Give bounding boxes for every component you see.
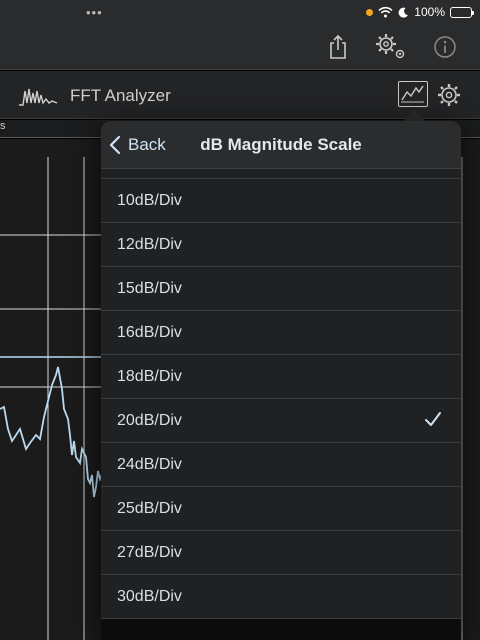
status-bar: ••• 100% — [0, 0, 480, 24]
graph-view-button[interactable] — [398, 81, 428, 107]
option-27db[interactable]: 27dB/Div — [101, 531, 461, 575]
battery-icon — [450, 6, 474, 18]
option-label: 15dB/Div — [117, 279, 182, 297]
spectrum-icon — [19, 88, 58, 106]
option-18db[interactable]: 18dB/Div — [101, 355, 461, 399]
info-button[interactable] — [428, 30, 462, 64]
top-toolbar — [0, 24, 480, 70]
option-label: 18dB/Div — [117, 367, 182, 385]
option-label: 27dB/Div — [117, 543, 182, 561]
status-indicators: 100% — [366, 3, 474, 21]
app-title: FFT Analyzer — [70, 86, 171, 105]
db-scale-popover: Back dB Magnitude Scale 10dB/Div 12dB/Di… — [101, 121, 461, 640]
gear-icon — [438, 84, 460, 106]
option-label: 12dB/Div — [117, 235, 182, 253]
view-settings-button[interactable] — [436, 82, 462, 108]
graph-icon — [401, 85, 424, 103]
settings-gear-icon — [376, 34, 405, 59]
option-25db[interactable]: 25dB/Div — [101, 487, 461, 531]
settings-button[interactable] — [374, 30, 408, 64]
wifi-icon — [378, 6, 393, 18]
info-icon — [434, 36, 456, 58]
option-10db[interactable]: 10dB/Div — [101, 179, 461, 223]
option-30db[interactable]: 30dB/Div — [101, 575, 461, 619]
option-24db[interactable]: 24dB/Div — [101, 443, 461, 487]
option-label: 20dB/Div — [117, 411, 182, 429]
checkmark-icon — [425, 412, 441, 426]
option-label: 10dB/Div — [117, 191, 182, 209]
option-label: 25dB/Div — [117, 499, 182, 517]
popover-footer — [101, 619, 461, 640]
multitasking-dots[interactable]: ••• — [86, 5, 103, 20]
option-12db[interactable]: 12dB/Div — [101, 223, 461, 267]
plot-header-label: s — [0, 120, 6, 132]
mic-indicator-dot — [366, 8, 374, 16]
option-label: 16dB/Div — [117, 323, 182, 341]
option-label: 30dB/Div — [117, 587, 182, 605]
popover-title: dB Magnitude Scale — [200, 135, 362, 154]
option-20db[interactable]: 20dB/Div — [101, 399, 461, 443]
app-titlebar: FFT Analyzer — [0, 71, 480, 119]
popover-header: Back dB Magnitude Scale — [101, 121, 461, 169]
moon-icon — [398, 7, 409, 18]
scale-options-list: 10dB/Div 12dB/Div 15dB/Div 16dB/Div 18dB… — [101, 169, 461, 619]
battery-percent: 100% — [414, 5, 445, 19]
option-15db[interactable]: 15dB/Div — [101, 267, 461, 311]
option-label: 24dB/Div — [117, 455, 182, 473]
list-item — [101, 169, 461, 179]
share-button[interactable] — [321, 30, 355, 64]
share-icon — [330, 34, 346, 59]
option-16db[interactable]: 16dB/Div — [101, 311, 461, 355]
plot-grid — [0, 157, 110, 640]
